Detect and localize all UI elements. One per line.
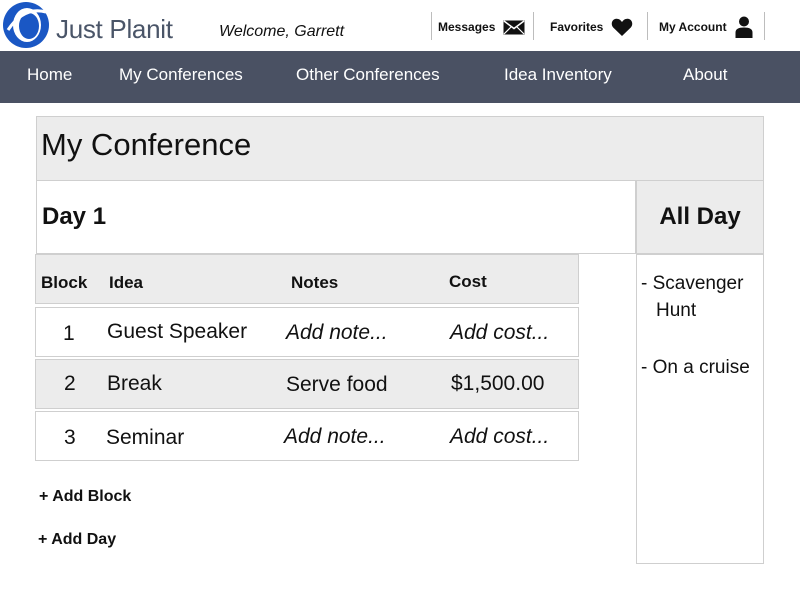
column-header-idea: Idea	[109, 273, 144, 292]
all-day-header: All Day	[636, 180, 764, 254]
table-row: 1 Guest Speaker Add note... Add cost...	[35, 307, 579, 357]
all-day-item[interactable]: - On a cruise	[641, 354, 750, 381]
nav-other-conferences[interactable]: Other Conferences	[296, 51, 440, 103]
all-day-item[interactable]: Hunt	[656, 297, 696, 324]
header-divider	[764, 12, 765, 40]
globe-logo[interactable]	[0, 0, 52, 51]
block-number: 3	[64, 426, 76, 449]
my-account-label: My Account	[659, 20, 727, 34]
day-title: Day 1	[42, 203, 107, 230]
table-row: 2 Break Serve food $1,500.00	[35, 359, 579, 409]
all-day-list: - Scavenger Hunt - On a cruise	[636, 254, 764, 564]
all-day-title: All Day	[659, 203, 741, 230]
welcome-message: Welcome, Garrett	[219, 23, 345, 40]
column-header-block: Block	[41, 273, 88, 292]
messages-link[interactable]: Messages	[438, 14, 525, 40]
column-header-notes: Notes	[291, 273, 339, 292]
header-divider	[647, 12, 648, 40]
conference-header: My Conference	[36, 116, 764, 181]
block-number: 2	[64, 372, 76, 395]
notes-field[interactable]: Add note...	[284, 425, 386, 449]
my-account-link[interactable]: My Account	[659, 14, 753, 40]
day-header: Day 1	[36, 180, 636, 254]
notes-field[interactable]: Serve food	[286, 373, 388, 397]
schedule-table-header: Block Idea Notes Cost	[35, 254, 579, 304]
all-day-item[interactable]: - Scavenger	[641, 270, 743, 297]
header-divider	[533, 12, 534, 40]
brand-name[interactable]: Just Planit	[56, 14, 173, 45]
person-icon	[735, 16, 753, 38]
favorites-label: Favorites	[550, 20, 604, 34]
column-header-cost: Cost	[449, 272, 487, 291]
idea-cell[interactable]: Guest Speaker	[107, 320, 247, 344]
nav-home[interactable]: Home	[27, 51, 72, 103]
notes-field[interactable]: Add note...	[286, 321, 388, 345]
nav-about[interactable]: About	[683, 51, 727, 103]
header-divider	[431, 12, 432, 40]
page-title: My Conference	[41, 127, 252, 162]
favorites-link[interactable]: Favorites	[550, 14, 633, 40]
cost-field[interactable]: Add cost...	[450, 321, 549, 345]
idea-cell[interactable]: Break	[107, 372, 162, 396]
cost-field[interactable]: $1,500.00	[451, 372, 544, 396]
add-day-button[interactable]: + Add Day	[38, 531, 116, 549]
block-number: 1	[63, 322, 75, 345]
nav-idea-inventory[interactable]: Idea Inventory	[504, 51, 612, 103]
envelope-icon	[503, 19, 525, 34]
messages-label: Messages	[438, 20, 496, 34]
top-header: Just Planit Welcome, Garrett Messages Fa…	[0, 0, 800, 51]
main-nav: Home My Conferences Other Conferences Id…	[0, 51, 800, 103]
nav-my-conferences[interactable]: My Conferences	[119, 51, 243, 103]
idea-cell[interactable]: Seminar	[106, 426, 184, 450]
add-block-button[interactable]: + Add Block	[39, 488, 131, 506]
cost-field[interactable]: Add cost...	[450, 425, 549, 449]
table-row: 3 Seminar Add note... Add cost...	[35, 411, 579, 461]
heart-icon	[612, 18, 633, 36]
